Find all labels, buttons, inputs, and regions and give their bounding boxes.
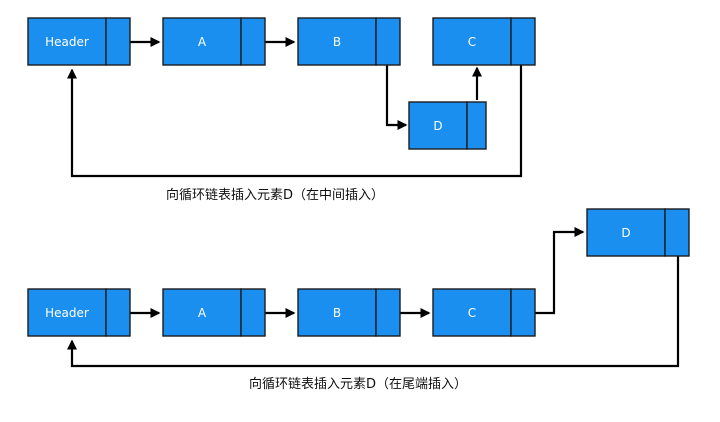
top-node-header-label: Header [45, 35, 89, 49]
top-node-d: D [408, 101, 487, 150]
top-node-d-label: D [433, 119, 442, 133]
bottom-node-header: Header [27, 288, 131, 337]
bottom-caption: 向循环链表插入元素D（在尾端插入） [249, 376, 467, 392]
top-diagram: Header A B C D 向循环链表插入元素D（在中间插入） [27, 17, 536, 203]
top-node-c: C [432, 17, 536, 66]
linked-list-diagrams: Header A B C D 向循环链表插入元素D（在中间插入） Header … [27, 17, 690, 392]
bottom-node-b: B [297, 288, 401, 337]
bottom-node-c-label: C [468, 306, 476, 320]
top-node-c-label: C [468, 35, 476, 49]
top-caption: 向循环链表插入元素D（在中间插入） [166, 187, 384, 203]
bottom-node-header-label: Header [45, 306, 89, 320]
top-node-b-label: B [333, 35, 341, 49]
bottom-node-b-label: B [333, 306, 341, 320]
top-node-header: Header [27, 17, 131, 66]
bottom-node-c: C [432, 288, 536, 337]
bottom-node-a-label: A [198, 306, 207, 320]
bottom-node-d: D [586, 208, 690, 257]
top-node-a: A [162, 17, 266, 66]
top-node-b: B [297, 17, 401, 66]
bottom-node-d-label: D [621, 226, 630, 240]
top-node-a-label: A [198, 35, 207, 49]
top-edge-b-to-d [385, 64, 408, 130]
bottom-diagram: Header A B C D 向循环链表插入元素D（在尾端插入） [27, 208, 690, 392]
bottom-node-a: A [162, 288, 266, 337]
